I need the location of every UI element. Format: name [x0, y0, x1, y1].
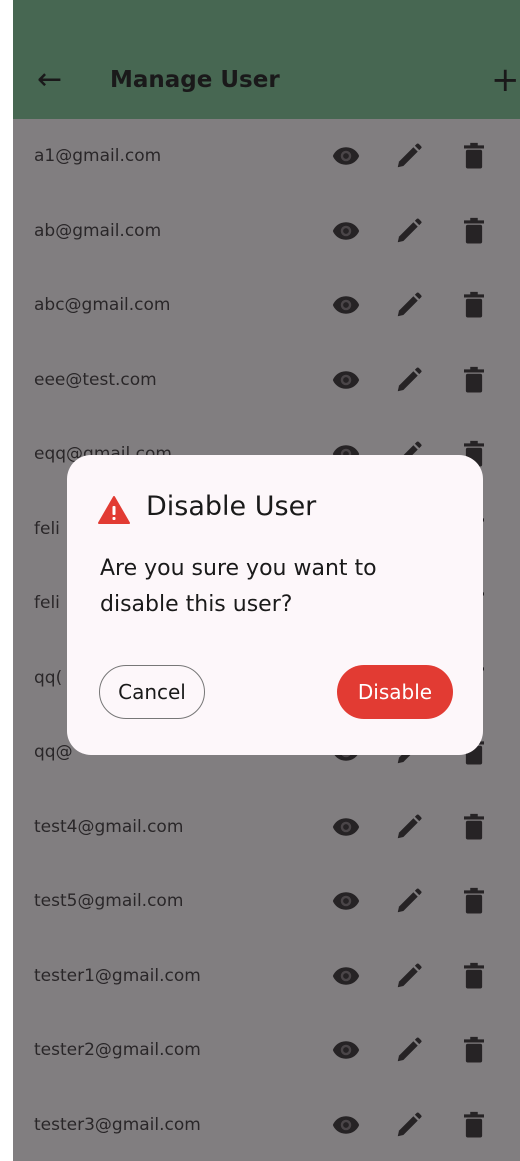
manage-user-screen: ← Manage User + a1@gmail.comab@gmail.com… [13, 0, 520, 1161]
disable-user-dialog: Disable User Are you sure you want to di… [67, 455, 483, 755]
dialog-message: Are you sure you want to disable this us… [100, 556, 377, 617]
cancel-button[interactable]: Cancel [99, 665, 205, 719]
warning-icon [97, 495, 131, 525]
modal-scrim-top[interactable] [13, 0, 520, 119]
dialog-title: Disable User [146, 491, 317, 522]
disable-button[interactable]: Disable [337, 665, 453, 719]
